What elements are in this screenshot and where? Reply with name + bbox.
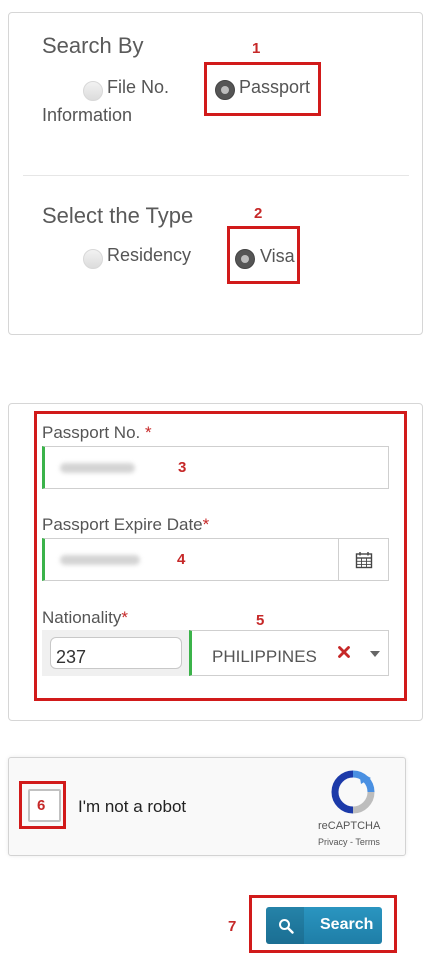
select-type-title: Select the Type [42, 203, 194, 228]
not-robot-label: I'm not a robot [78, 797, 187, 816]
recaptcha-logo-icon [331, 770, 375, 814]
residency-label[interactable]: Residency [107, 245, 191, 266]
annotation-box-7 [249, 895, 397, 953]
annotation-number-4: 4 [177, 551, 186, 568]
recaptcha-brand: reCAPTCHA [318, 820, 381, 832]
annotation-number-5: 5 [256, 612, 265, 629]
file-no-label-line2[interactable]: Information [42, 105, 132, 126]
annotation-box-form [34, 411, 407, 701]
section-divider [23, 175, 409, 176]
residency-radio[interactable] [83, 249, 103, 269]
annotation-box-1 [204, 62, 321, 116]
recaptcha-links[interactable]: Privacy - Terms [318, 837, 380, 847]
recaptcha-widget: I'm not a robot reCAPTCHA Privacy - Term… [8, 757, 406, 856]
annotation-number-6: 6 [37, 797, 46, 814]
annotation-number-7: 7 [228, 918, 237, 935]
file-no-label[interactable]: File No. [107, 77, 169, 98]
annotation-number-1: 1 [252, 40, 261, 57]
file-no-radio[interactable] [83, 81, 103, 101]
annotation-number-2: 2 [254, 205, 263, 222]
annotation-number-3: 3 [178, 459, 187, 476]
search-by-title: Search By [42, 33, 144, 58]
annotation-box-2 [227, 226, 300, 284]
search-options-card: Search By File No. Information Passport … [8, 12, 423, 335]
